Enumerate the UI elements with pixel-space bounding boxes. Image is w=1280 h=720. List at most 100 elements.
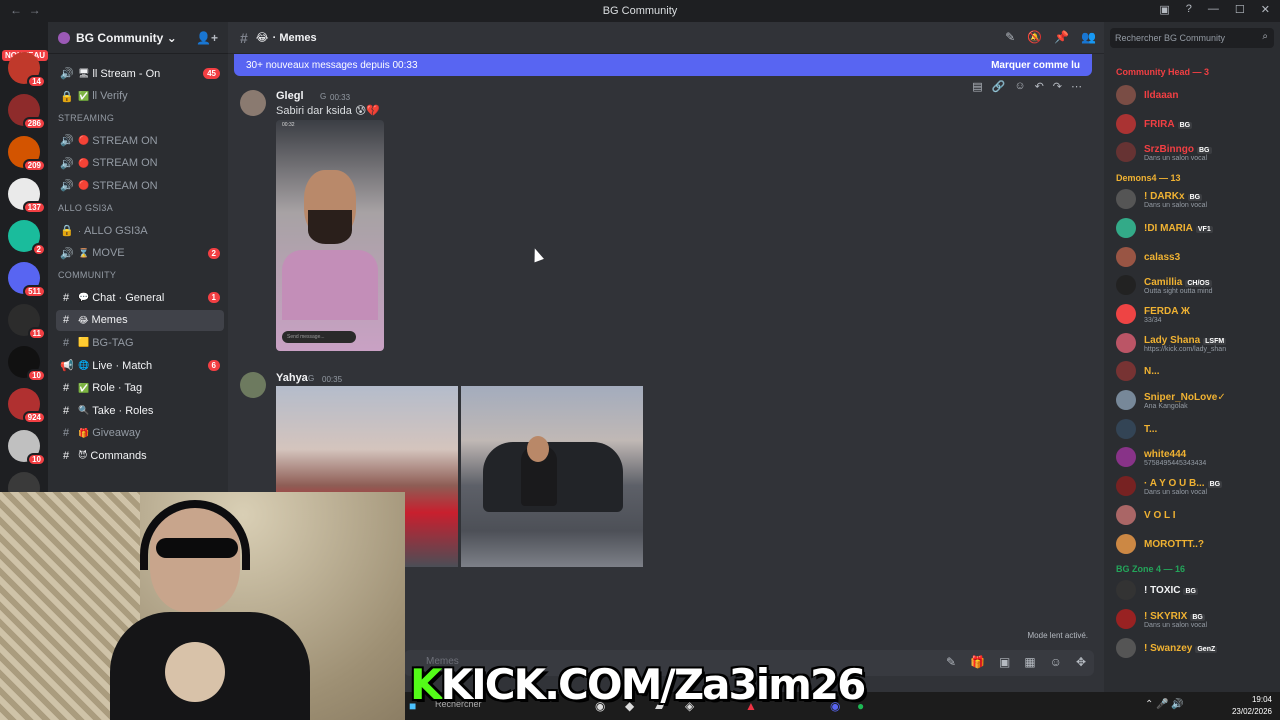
photo-beard xyxy=(308,210,352,244)
member-name: Camillia CH/OS xyxy=(1144,277,1212,288)
server-icon[interactable]: 11 xyxy=(8,304,46,340)
close-icon[interactable]: ✕ xyxy=(1261,3,1270,16)
member-status: Dans un salon vocal xyxy=(1144,155,1208,163)
channel-item[interactable]: 🔊 🖥 ll Stream - On 45 xyxy=(56,63,224,84)
message-author[interactable]: Glegl xyxy=(276,90,304,102)
channel-item[interactable]: 📢 🌐 Live · Match 6 xyxy=(56,355,224,376)
channel-category[interactable]: ALLO GSI3A xyxy=(58,203,113,213)
member-row[interactable]: SrzBinngo BG Dans un salon vocal xyxy=(1116,142,1276,164)
guild-header[interactable]: BG Community ⌄ 👤+ xyxy=(48,22,228,54)
forward-icon[interactable]: ↷ xyxy=(1053,80,1062,93)
mark-read-button[interactable]: Marquer comme lu xyxy=(991,60,1080,71)
inbox-icon[interactable]: ▣ xyxy=(1159,3,1169,16)
channel-category[interactable]: COMMUNITY xyxy=(58,270,116,280)
channel-label: STREAM ON xyxy=(92,157,158,170)
channel-emoji: ✅ xyxy=(78,382,90,393)
member-row[interactable]: calass3 xyxy=(1116,246,1276,269)
member-row[interactable]: white444 5758495445343434 xyxy=(1116,447,1276,469)
pin-icon[interactable]: 📌 xyxy=(1054,30,1069,44)
apps-icon[interactable]: ✥ xyxy=(1076,655,1086,669)
title-bar: ← → BG Community ▣ ? — ☐ ✕ xyxy=(0,0,1280,22)
member-row[interactable]: Camillia CH/OS Outta sight outta mind xyxy=(1116,275,1276,297)
boost-icon[interactable]: ✎ xyxy=(946,655,956,669)
server-icon[interactable]: 14 xyxy=(8,52,46,88)
search-input[interactable]: Rechercher BG Community ⌕ xyxy=(1110,28,1274,48)
message-image[interactable] xyxy=(461,386,643,567)
channel-item[interactable]: # 🎁 Giveaway xyxy=(56,423,224,444)
channel-label: Commands xyxy=(90,449,147,462)
avatar[interactable] xyxy=(240,372,266,398)
help-icon[interactable]: ? xyxy=(1186,3,1192,16)
channel-item[interactable]: # 🟨 BG-TAG xyxy=(56,332,224,353)
channel-item[interactable]: 🔊 ⌛ MOVE 2 xyxy=(56,243,224,264)
member-row[interactable]: MOROTTT..? xyxy=(1116,533,1276,556)
member-row[interactable]: Lady Shana LSFM https://kick.com/lady_shan xyxy=(1116,332,1276,355)
member-name: V O L I xyxy=(1144,510,1176,521)
server-icon[interactable] xyxy=(8,472,40,492)
header-toolbar: ✎ 🔕 📌 👥 xyxy=(1005,30,1096,44)
members-icon[interactable]: 👥 xyxy=(1081,30,1096,44)
server-icon[interactable]: 924 xyxy=(8,388,46,424)
taskbar-clock: 19:04 23/02/2026 xyxy=(1231,695,1272,716)
more-icon[interactable]: ⋯ xyxy=(1071,80,1082,93)
channel-item[interactable]: # ✅ Role · Tag xyxy=(56,378,224,399)
channel-item[interactable]: 🔊 🔴 STREAM ON xyxy=(56,130,224,151)
channel-item[interactable]: 🔊 🔴 STREAM ON xyxy=(56,175,224,196)
sticker-icon[interactable]: ▦ xyxy=(1024,655,1035,669)
member-row[interactable]: V O L I xyxy=(1116,504,1276,527)
member-row[interactable]: FRIRA BG xyxy=(1116,113,1276,136)
channel-item[interactable]: 🔊 🔴 STREAM ON xyxy=(56,153,224,174)
member-row[interactable]: ! TOXIC BG xyxy=(1116,580,1276,602)
member-row[interactable]: T... xyxy=(1116,418,1276,441)
member-row[interactable]: N... xyxy=(1116,361,1276,383)
gift-icon[interactable]: 🎁 xyxy=(970,655,985,669)
mute-icon[interactable]: 🔕 xyxy=(1027,30,1042,44)
channel-item[interactable]: # 🔍 Take · Roles xyxy=(56,400,224,421)
channel-item[interactable]: # 😈 Commands xyxy=(56,445,224,466)
member-status: Dans un salon vocal xyxy=(1144,202,1208,210)
member-row[interactable]: !DI MARIA VF1 xyxy=(1116,217,1276,240)
server-icon[interactable]: 10 xyxy=(8,346,46,382)
minimize-icon[interactable]: — xyxy=(1208,3,1219,16)
server-icon[interactable]: 511 xyxy=(8,262,46,298)
emoji-icon[interactable]: ☺ xyxy=(1050,655,1062,669)
photo-driver-head xyxy=(527,436,549,462)
channel-label: ll Verify xyxy=(92,90,128,103)
hash-icon: # xyxy=(240,29,248,46)
threads-icon[interactable]: ✎ xyxy=(1005,30,1015,44)
channel-item[interactable]: # 😂 Memes xyxy=(56,309,224,331)
member-row[interactable]: ! SKYRIX BG Dans un salon vocal xyxy=(1116,608,1276,631)
member-row[interactable]: ! Swanzey GenZ xyxy=(1116,637,1276,660)
server-icon[interactable]: 2 xyxy=(8,220,46,256)
message-image[interactable]: 00:32 Send message... xyxy=(276,120,384,351)
invite-icon[interactable]: 👤+ xyxy=(196,31,218,45)
unread-badge: 2 xyxy=(207,247,220,259)
channel-label: ll Stream - On xyxy=(92,67,161,80)
member-row[interactable]: ! DARKx BG Dans un salon vocal xyxy=(1116,189,1276,211)
server-icon[interactable]: 137 xyxy=(8,178,46,214)
channel-category[interactable]: STREAMING xyxy=(58,113,114,123)
channel-item[interactable]: 🔒 · ALLO GSI3A xyxy=(56,220,224,241)
embed-icon[interactable]: ▤ xyxy=(972,80,982,93)
server-icon[interactable]: 286 xyxy=(8,94,46,130)
maximize-icon[interactable]: ☐ xyxy=(1235,3,1245,16)
link-icon[interactable]: 🔗 xyxy=(992,80,1006,93)
channel-item[interactable]: # 💬 Chat · General 1 xyxy=(56,287,224,308)
member-row[interactable]: FERDA Ж 33/34 xyxy=(1116,303,1276,326)
member-row[interactable]: Sniper_NoLove✓ Ana Kangolak xyxy=(1116,390,1276,412)
member-name-text: N... xyxy=(1144,366,1160,378)
avatar[interactable] xyxy=(240,90,266,116)
tray-icons[interactable]: ⌃ 🎤 🔊 xyxy=(1145,699,1184,710)
server-icon[interactable]: 10 xyxy=(8,430,46,466)
server-icon[interactable]: 209 xyxy=(8,136,46,172)
message-author[interactable]: Yahya xyxy=(276,372,308,384)
reply-icon[interactable]: ↶ xyxy=(1035,80,1044,93)
gif-icon[interactable]: ▣ xyxy=(999,655,1010,669)
member-row[interactable]: Ildaaan xyxy=(1116,85,1276,107)
channel-item[interactable]: 🔒 ✅ ll Verify xyxy=(56,86,224,107)
reaction-icon[interactable]: ☺ xyxy=(1014,80,1025,93)
member-row[interactable]: · A Y O U B... BG Dans un salon vocal xyxy=(1116,476,1276,498)
new-messages-bar[interactable]: 30+ nouveaux messages depuis 00:33 Marqu… xyxy=(234,54,1092,76)
avatar xyxy=(1116,608,1136,629)
guild-name: BG Community xyxy=(76,30,164,45)
